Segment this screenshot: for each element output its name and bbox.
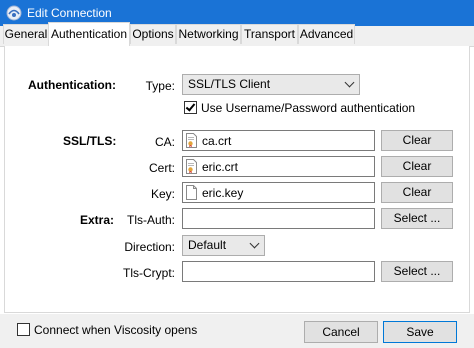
chevron-down-icon <box>249 238 260 249</box>
certificate-file-icon <box>186 133 197 148</box>
cert-clear-button[interactable]: Clear <box>381 156 453 177</box>
direction-select[interactable]: Default <box>182 235 265 256</box>
tls-crypt-field[interactable] <box>182 261 375 282</box>
viscosity-app-icon <box>6 5 22 21</box>
cert-label: Cert: <box>148 161 175 175</box>
cancel-button[interactable]: Cancel <box>304 321 378 343</box>
tab-authentication[interactable]: Authentication <box>48 22 130 46</box>
direction-select-value: Default <box>188 238 227 252</box>
ssl-tls-section-label: SSL/TLS: <box>63 134 117 148</box>
key-file-icon <box>186 185 197 200</box>
key-label: Key: <box>150 187 175 201</box>
save-button[interactable]: Save <box>383 321 457 343</box>
connect-on-open-label: Connect when Viscosity opens <box>34 323 198 337</box>
key-field[interactable]: eric.key <box>182 182 375 203</box>
use-userpass-label: Use Username/Password authentication <box>201 101 416 115</box>
cert-value: eric.crt <box>202 160 238 174</box>
tab-general[interactable]: General <box>3 24 49 44</box>
tab-advanced[interactable]: Advanced <box>298 24 355 44</box>
tls-crypt-label: Tls-Crypt: <box>123 266 175 280</box>
authentication-section-label: Authentication: <box>28 78 116 92</box>
extra-section-label: Extra: <box>80 213 115 227</box>
checkmark-icon <box>185 101 196 112</box>
tab-networking[interactable]: Networking <box>176 24 241 44</box>
window-title: Edit Connection <box>27 6 112 20</box>
tab-transport[interactable]: Transport <box>241 24 298 44</box>
use-userpass-checkbox[interactable] <box>184 101 197 114</box>
certificate-file-icon <box>186 159 197 174</box>
tls-auth-select-button[interactable]: Select ... <box>381 208 453 229</box>
tab-options[interactable]: Options <box>130 24 176 44</box>
key-clear-button[interactable]: Clear <box>381 182 453 203</box>
type-select[interactable]: SSL/TLS Client <box>182 74 360 95</box>
ca-field[interactable]: ca.crt <box>182 130 375 151</box>
tls-auth-label: Tls-Auth: <box>126 213 175 227</box>
chevron-down-icon <box>344 77 355 88</box>
tls-crypt-select-button[interactable]: Select ... <box>381 261 453 282</box>
key-value: eric.key <box>202 186 244 200</box>
type-select-value: SSL/TLS Client <box>188 77 271 91</box>
tls-auth-field[interactable] <box>182 208 375 229</box>
ca-clear-button[interactable]: Clear <box>381 130 453 151</box>
ca-value: ca.crt <box>202 134 232 148</box>
dialog-footer: Connect when Viscosity opens Cancel Save <box>0 314 474 348</box>
direction-label: Direction: <box>124 240 175 254</box>
cert-field[interactable]: eric.crt <box>182 156 375 177</box>
ca-label: CA: <box>154 135 175 149</box>
connect-on-open-checkbox[interactable] <box>17 323 30 336</box>
type-label: Type: <box>145 79 175 93</box>
